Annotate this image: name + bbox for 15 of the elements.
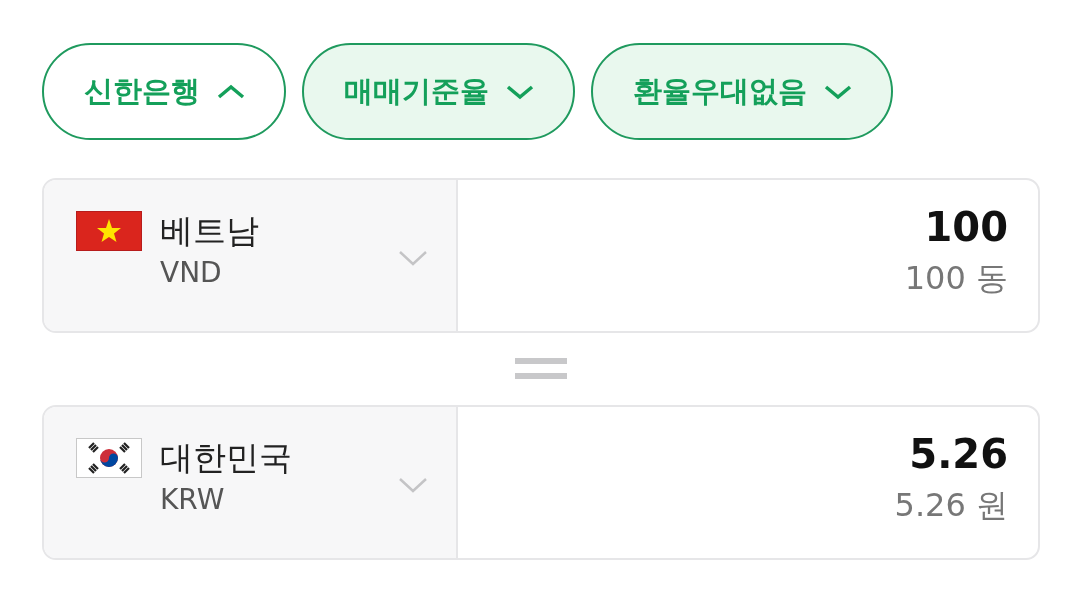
- chevron-down-icon: [398, 476, 428, 494]
- equals-icon: [515, 358, 567, 380]
- currency-selector[interactable]: 베트남 VND: [44, 180, 458, 331]
- amount-value[interactable]: 100: [924, 202, 1008, 252]
- amount-text: 100 동: [904, 258, 1008, 299]
- currency-code: KRW: [160, 482, 226, 518]
- country-name: 대한민국: [160, 437, 293, 479]
- amount-text: 5.26 원: [894, 485, 1008, 526]
- amount-value[interactable]: 5.26: [909, 429, 1008, 479]
- currency-selector[interactable]: 대한민국 KRW: [44, 407, 458, 558]
- flag-icon: [76, 211, 142, 251]
- flag-icon: [76, 438, 142, 478]
- country-name: 베트남: [160, 210, 260, 252]
- currency-code: VND: [160, 255, 223, 291]
- chevron-down-icon: [398, 249, 428, 267]
